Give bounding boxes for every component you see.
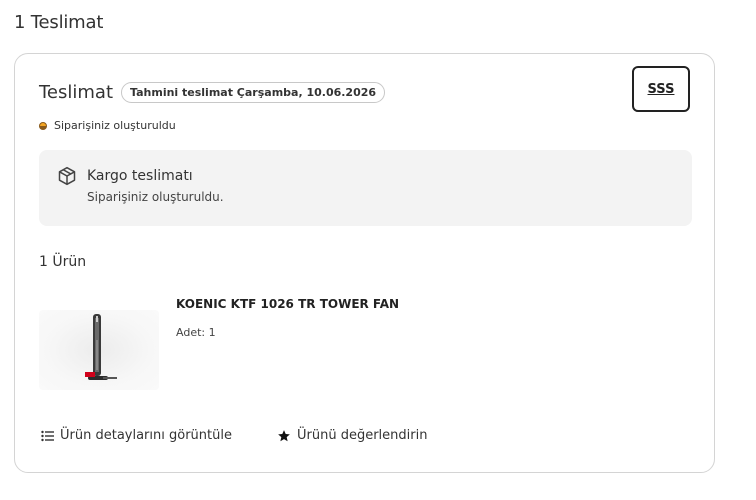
delivery-header: Teslimat Tahmini teslimat Çarşamba, 10.0…	[39, 82, 386, 103]
page-heading: 1 Teslimat	[14, 12, 104, 33]
package-icon	[58, 166, 76, 186]
delivery-card: Teslimat Tahmini teslimat Çarşamba, 10.0…	[14, 53, 715, 473]
status-dot-icon	[39, 121, 47, 130]
delivery-title: Teslimat	[39, 82, 114, 103]
shipping-info-box: Kargo teslimatı Siparişiniz oluşturuldu.	[39, 150, 692, 226]
status-text: Siparişiniz oluşturuldu	[54, 119, 176, 132]
eta-badge: Tahmini teslimat Çarşamba, 10.06.2026	[121, 82, 386, 103]
rate-product-link[interactable]: Ürünü değerlendirin	[277, 428, 427, 443]
faq-button[interactable]: SSS	[632, 66, 690, 112]
product-quantity: Adet: 1	[176, 326, 216, 339]
product-image[interactable]	[39, 310, 159, 390]
view-product-details-label: Ürün detaylarını görüntüle	[60, 428, 232, 443]
order-status: Siparişiniz oluşturuldu	[39, 119, 176, 132]
rate-product-label: Ürünü değerlendirin	[297, 428, 428, 443]
view-product-details-link[interactable]: Ürün detaylarını görüntüle	[41, 428, 232, 443]
tower-fan-icon	[85, 314, 117, 380]
star-icon	[278, 429, 290, 441]
items-count: 1 Ürün	[39, 254, 87, 270]
shipping-title: Kargo teslimatı	[87, 168, 193, 184]
shipping-subtitle: Siparişiniz oluşturuldu.	[87, 190, 224, 204]
list-icon	[41, 430, 54, 441]
product-name[interactable]: KOENIC KTF 1026 TR TOWER FAN	[176, 297, 399, 311]
